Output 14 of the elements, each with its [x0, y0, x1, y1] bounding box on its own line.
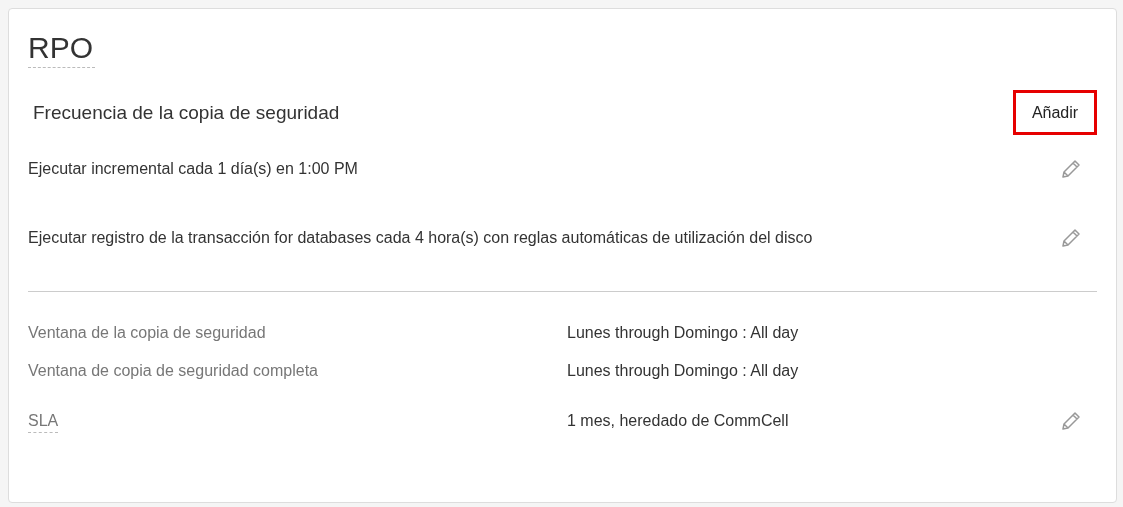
schedule-text: Ejecutar incremental cada 1 día(s) en 1:00 PM	[28, 160, 358, 178]
property-value: Lunes through Domingo : All day	[567, 362, 800, 380]
property-label: Ventana de copia de seguridad completa	[28, 362, 318, 379]
add-button[interactable]: Añadir	[1013, 90, 1097, 135]
property-label: SLA	[28, 412, 59, 433]
section-heading: Frecuencia de la copia de seguridad	[33, 101, 340, 124]
property-value: 1 mes, heredado de CommCell	[567, 412, 790, 430]
property-label: Ventana de la copia de seguridad	[28, 324, 266, 341]
edit-icon[interactable]	[1060, 158, 1082, 180]
property-value: Lunes through Domingo : All day	[567, 324, 800, 342]
card-title: RPO	[28, 29, 95, 68]
schedule-text: Ejecutar registro de la transacción for databases cada 4 hora(s) con reglas automáticas de utilización del disco	[28, 229, 813, 247]
edit-icon[interactable]	[1060, 410, 1082, 432]
edit-icon[interactable]	[1060, 227, 1082, 249]
